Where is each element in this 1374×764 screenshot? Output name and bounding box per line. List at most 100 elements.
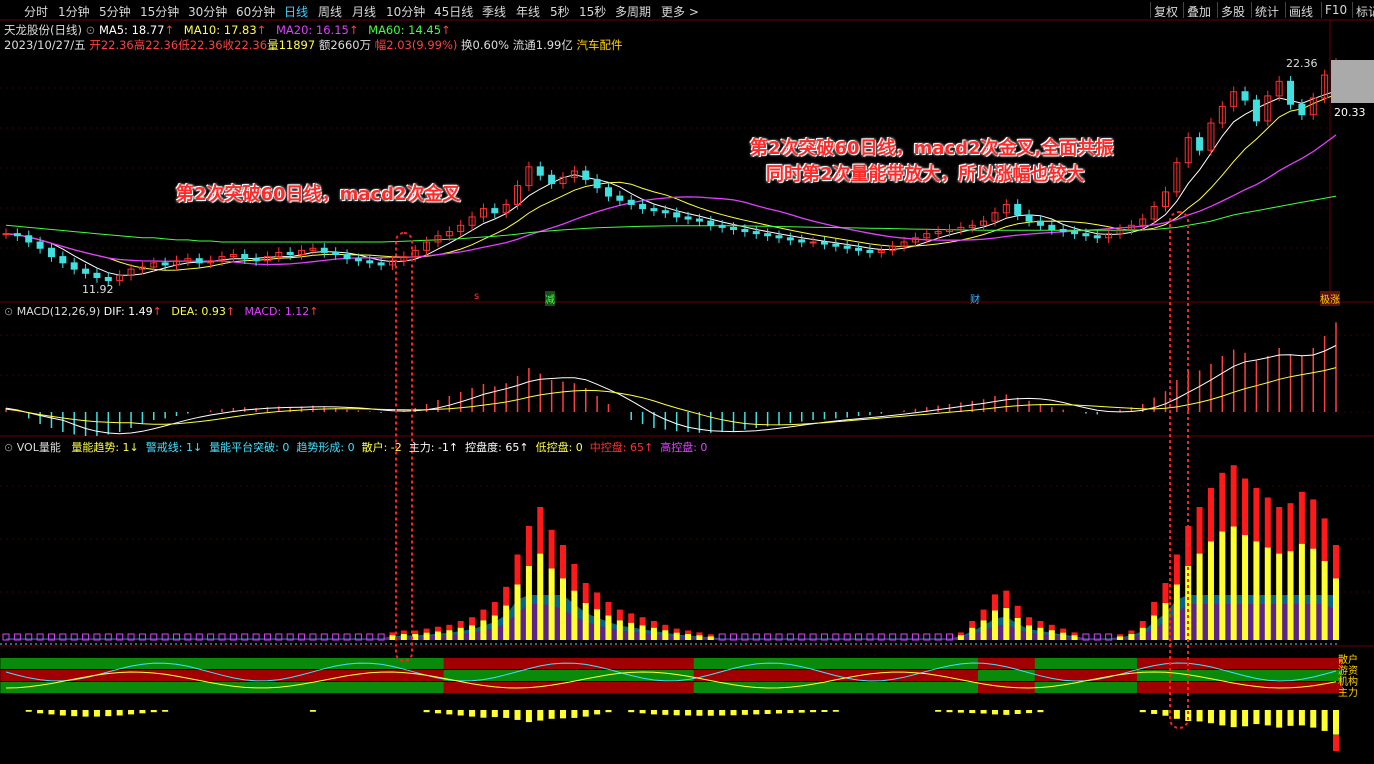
band-cell [1080,658,1093,669]
band-cell [1080,682,1093,693]
vol-area-blue [6,595,1336,640]
band-cell [1046,682,1058,693]
price-scroll-box[interactable] [1331,60,1374,103]
vol-bar-red [616,609,623,621]
band-cell [1137,682,1149,693]
band-cell [284,658,297,669]
period-tab-6[interactable]: 日线 [284,3,308,20]
toolbar-button-5[interactable]: F10 [1325,3,1347,17]
annotation-left: 第2次突破60日线，macd2次金叉 [176,184,461,205]
toolbar-button-0[interactable]: 复权 [1154,3,1178,20]
vol-bar-yellow [537,553,544,640]
band-cell [739,682,752,693]
period-tab-3[interactable]: 15分钟 [140,3,179,20]
candle-body [47,247,55,258]
vol-bar-yellow [1128,633,1135,640]
band-cell [102,658,115,669]
toolbar-button-1[interactable]: 叠加 [1187,3,1211,20]
band-cell [489,670,501,681]
candle-body [616,195,624,201]
bottom-bar [650,710,657,715]
macd-title: MACD(12,26,9) [16,305,101,318]
vol-bar-yellow [582,602,589,640]
band-cell [682,682,695,693]
band-cell [705,682,717,693]
period-tab-7[interactable]: 周线 [318,3,342,20]
period-tab-8[interactable]: 月线 [352,3,376,20]
bottom-bar [946,710,953,713]
period-tab-12[interactable]: 年线 [516,3,540,20]
band-cell [1216,658,1229,669]
vol-bar-yellow [628,622,635,640]
band-cell [204,658,217,669]
marker-jian: 减 [545,291,555,306]
period-toolbar: 分时 1分钟 5分钟 15分钟 30分钟 60分钟 日线 周线 月线 10分钟 45日线 季线 年线 5秒… [0,0,1374,20]
vol-bar-red [469,617,476,626]
toolbar-button-2[interactable]: 多股 [1221,3,1245,20]
band-cell [170,682,183,693]
bottom-bar [1162,710,1169,716]
vol-bar-red [639,617,646,626]
toolbar-button-4[interactable]: 画线 [1289,3,1313,20]
band-cell [136,682,149,693]
period-tab-9[interactable]: 10分钟 [386,3,425,20]
vol-bar-yellow [673,632,680,640]
vol-bar-red [1151,602,1158,616]
control-bands [0,658,1343,693]
vol-bar-yellow [434,631,441,640]
vol-bar-yellow [389,635,396,640]
band-cell [1171,670,1184,681]
period-tab-1[interactable]: 1分钟 [58,3,90,20]
vol-bar-yellow [639,625,646,640]
bottom-bar [309,710,316,712]
close: 收22.36 [222,38,268,52]
annotation-right-1: 第2次突破60日线，macd2次金叉,全面共振 [750,138,1114,159]
bottom-bar [116,710,123,716]
band-cell [432,682,445,693]
vol-bar-red [1242,478,1249,536]
band-cell [989,670,1002,681]
period-tab-15[interactable]: 多周期 [615,3,651,20]
candle-body [286,251,294,256]
change: 幅2.03(9.99%) [374,38,458,52]
bottom-bar [71,710,78,717]
band-cell [534,682,547,693]
candle-body [332,251,340,256]
price-high-label: 22.36 [1286,57,1318,70]
vol-bar-red [434,626,441,632]
candle-body [604,187,612,197]
toolbar-button-3[interactable]: 统计 [1255,3,1279,20]
bottom-bar [525,710,532,723]
vol-bar-red [1060,628,1067,633]
toolbar-button-6[interactable]: 标记 [1356,3,1374,20]
period-tab-11[interactable]: 季线 [482,3,506,20]
band-cell [1102,658,1115,669]
period-tab-4[interactable]: 30分钟 [188,3,227,20]
band-cell [23,658,35,669]
vol-bar-yellow [1014,617,1021,640]
period-tab-5[interactable]: 60分钟 [236,3,275,20]
band-cell [307,658,320,669]
band-cell [1262,658,1274,669]
ma10-value: MA10: 17.83 [183,23,257,37]
band-cell [1068,670,1081,681]
vol-bar-red [628,613,635,623]
period-tab-2[interactable]: 5分钟 [99,3,131,20]
period-tab-14[interactable]: 15秒 [579,3,606,20]
candle-body [1252,99,1260,122]
candle-body [764,233,772,237]
vol-bar-red [1014,605,1021,618]
band-cell [159,682,172,693]
band-cell [227,682,240,693]
toolbar-separator [1217,2,1218,18]
period-tab-16[interactable]: 更多 > [661,3,699,20]
candle-body [13,233,21,237]
period-tab-10[interactable]: 45日线 [434,3,473,20]
band-cell [1228,658,1240,669]
band-cell [943,670,956,681]
period-tab-0[interactable]: 分时 [24,3,48,20]
band-cell [148,682,160,693]
period-tab-13[interactable]: 5秒 [550,3,570,20]
band-cell [443,682,456,693]
band-cell [875,682,888,693]
